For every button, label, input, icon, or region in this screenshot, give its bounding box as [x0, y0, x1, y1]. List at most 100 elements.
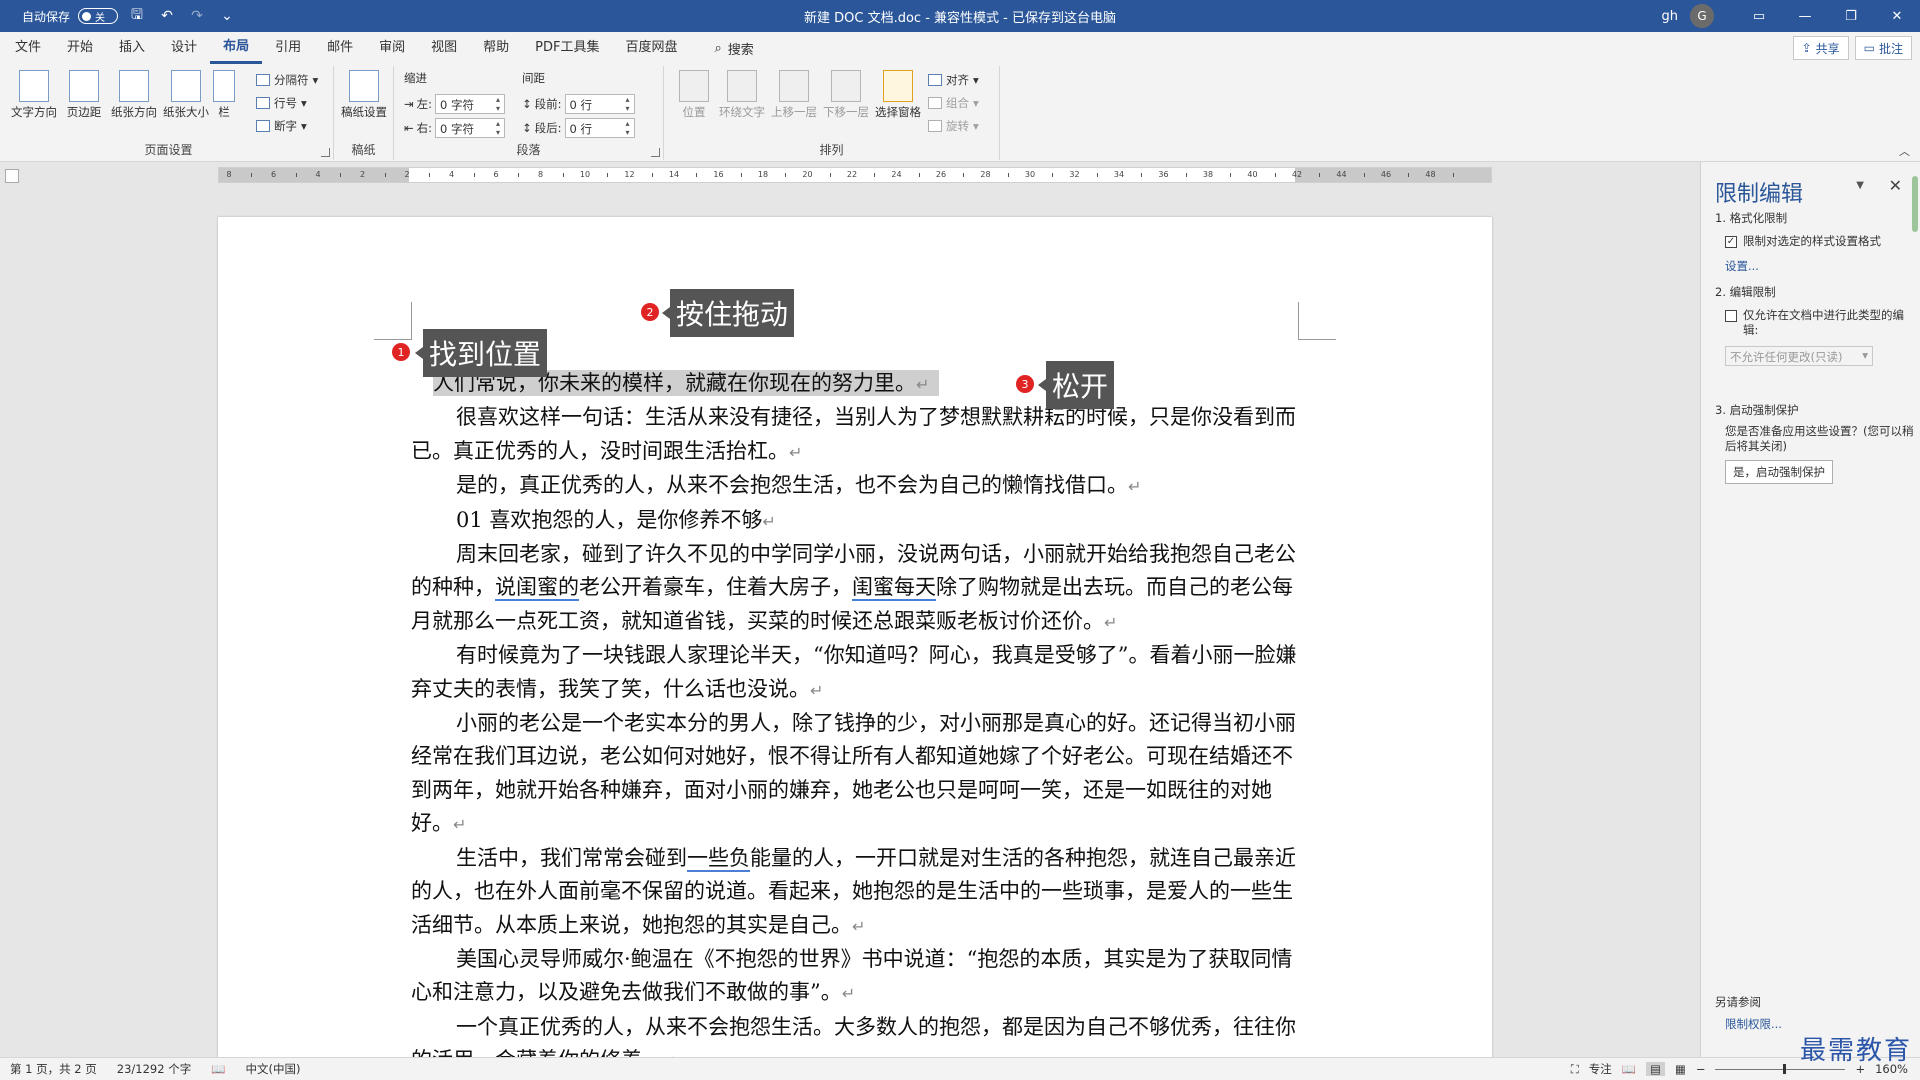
tab-layout[interactable]: 布局 — [210, 32, 263, 64]
tab-help[interactable]: 帮助 — [470, 32, 522, 64]
align-label: 对齐 — [946, 73, 969, 87]
ribbon-display-options-icon[interactable]: ▭ — [1736, 0, 1782, 32]
margins-button[interactable]: 页边距 — [58, 70, 110, 120]
grammar-underline-text[interactable]: 一些负 — [687, 845, 750, 872]
orientation-icon — [119, 70, 149, 102]
word-count[interactable]: 23/1292 个字 — [107, 1061, 201, 1077]
paragraph[interactable]: 周末回老家，碰到了许久不见的中学同学小丽，没说两句话，小丽就开始给我抱怨自己老公… — [411, 538, 1301, 639]
restrict-permission-link[interactable]: 限制权限... — [1725, 1016, 1782, 1032]
align-button[interactable]: 对齐 ▾ — [928, 72, 979, 88]
editing-restriction-checkbox[interactable] — [1725, 310, 1737, 322]
tab-review[interactable]: 审阅 — [366, 32, 418, 64]
close-button[interactable]: ✕ — [1874, 0, 1920, 32]
manuscript-settings-button[interactable]: 稿纸设置 — [338, 70, 390, 120]
tab-selector-icon[interactable] — [5, 169, 19, 183]
pane-scrollbar[interactable] — [1912, 176, 1918, 232]
restore-button[interactable]: ❐ — [1828, 0, 1874, 32]
wrap-text-icon — [727, 70, 757, 102]
avatar[interactable]: G — [1690, 4, 1714, 28]
save-icon[interactable]: 🖫 — [126, 5, 148, 27]
customize-qat-icon[interactable]: ⌄ — [216, 5, 238, 27]
breaks-button[interactable]: 分隔符 ▾ — [256, 72, 318, 88]
hyphenation-button[interactable]: 断字 ▾ — [256, 118, 307, 134]
selection-pane-label: 选择窗格 — [875, 105, 921, 119]
grammar-underline-text[interactable]: 闺蜜每天 — [852, 575, 936, 602]
focus-label[interactable]: 专注 — [1589, 1061, 1612, 1077]
ruler-tick-label: 2 — [359, 170, 366, 179]
proofing-icon[interactable]: 📖 — [201, 1062, 235, 1076]
send-backward-button[interactable]: 下移一层 — [820, 70, 872, 120]
section-heading[interactable]: 01 喜欢抱怨的人，是你修养不够↵ — [411, 504, 1301, 538]
paragraph[interactable]: 美国心灵导师威尔·鲍温在《不抱怨的世界》书中说道：“抱怨的本质，其实是为了获取同… — [411, 943, 1301, 1011]
grammar-underline-text[interactable]: 说闺蜜的 — [495, 575, 579, 602]
comments-button[interactable]: ▭ 批注 — [1854, 36, 1912, 60]
web-layout-icon[interactable]: ▦ — [1675, 1062, 1686, 1076]
zoom-slider[interactable] — [1715, 1063, 1846, 1074]
paragraph-mark: ↵ — [762, 511, 776, 531]
paragraph[interactable]: 是的，真正优秀的人，从来不会抱怨生活，也不会为自己的懒惰找借口。↵ — [411, 469, 1301, 503]
undo-icon[interactable]: ↶ — [156, 5, 178, 27]
formatting-restriction-checkbox[interactable]: ✓ — [1725, 236, 1737, 248]
tab-view[interactable]: 视图 — [418, 32, 470, 64]
share-button[interactable]: ⇪ 共享 — [1792, 36, 1849, 60]
bring-forward-button[interactable]: 上移一层 — [768, 70, 820, 120]
tab-pdf-tools[interactable]: PDF工具集 — [522, 32, 612, 64]
editing-restriction-checkbox-row[interactable]: 仅允许在文档中进行此类型的编辑: — [1725, 308, 1905, 338]
close-icon[interactable]: ✕ — [1889, 176, 1902, 195]
start-enforcement-button[interactable]: 是，启动强制保护 — [1725, 460, 1833, 484]
document-page[interactable]: 人们常说，你未来的模样，就藏在你现在的努力里。↵ 很喜欢这样一句话：生活从来没有… — [218, 217, 1492, 1057]
autosave-toggle[interactable]: 关 — [78, 8, 119, 24]
page-count[interactable]: 第 1 页，共 2 页 — [0, 1061, 107, 1077]
wrap-text-button[interactable]: 环绕文字 — [716, 70, 768, 120]
group-button[interactable]: 组合 ▾ — [928, 95, 979, 111]
search-box[interactable]: ⌕ 搜索 — [691, 39, 754, 58]
focus-icon[interactable]: ⛶ — [1571, 1062, 1579, 1077]
editing-type-select[interactable]: 不允许任何更改(只读) — [1725, 346, 1873, 366]
zoom-out-icon[interactable]: − — [1696, 1062, 1706, 1076]
ruler-tick-label: 32 — [1069, 170, 1080, 179]
redo-icon[interactable]: ↷ — [186, 5, 208, 27]
paragraph[interactable]: 很喜欢这样一句话：生活从来没有捷径，当别人为了梦想默默耕耘的时候，只是你没看到而… — [411, 401, 1301, 469]
tab-home[interactable]: 开始 — [54, 32, 106, 64]
orientation-button[interactable]: 纸张方向 — [108, 70, 160, 120]
dialog-launcher-icon[interactable] — [651, 148, 660, 157]
language-indicator[interactable]: 中文(中国) — [236, 1061, 311, 1077]
horizontal-ruler[interactable]: 8 6 4 2 2 4 6 8 10 12 14 16 18 20 22 24 26 28 30 32 34 36 38 40… — [218, 167, 1492, 183]
document-body[interactable]: 人们常说，你未来的模样，就藏在你现在的努力里。↵ 很喜欢这样一句话：生活从来没有… — [411, 367, 1301, 1057]
position-button[interactable]: 位置 — [668, 70, 720, 120]
settings-link[interactable]: 设置... — [1725, 258, 1759, 274]
user-name[interactable]: gh — [1662, 9, 1679, 24]
tab-design[interactable]: 设计 — [158, 32, 210, 64]
text-direction-button[interactable]: 文字方向 — [8, 70, 60, 120]
pane-options-icon[interactable]: ▼ — [1856, 180, 1864, 191]
indent-right-input[interactable]: 0 字符 — [435, 118, 506, 138]
line-numbers-label: 行号 — [274, 96, 297, 110]
paragraph[interactable]: 小丽的老公是一个老实本分的男人，除了钱挣的少，对小丽那是真心的好。还记得当初小丽… — [411, 707, 1301, 842]
paragraph[interactable]: 有时候竟为了一块钱跟人家理论半天，“你知道吗？阿心，我真是受够了”。看着小丽一脸… — [411, 639, 1301, 707]
collapse-ribbon-icon[interactable]: ︿ — [1899, 143, 1910, 159]
zoom-slider-thumb[interactable] — [1783, 1063, 1787, 1074]
indent-left-input[interactable]: 0 字符 — [435, 94, 506, 114]
size-button[interactable]: 纸张大小 — [160, 70, 212, 120]
line-numbers-button[interactable]: 行号 ▾ — [256, 95, 307, 111]
tab-insert[interactable]: 插入 — [106, 32, 158, 64]
tab-references[interactable]: 引用 — [262, 32, 314, 64]
tab-file[interactable]: 文件 — [2, 32, 54, 64]
minimize-button[interactable]: — — [1782, 0, 1828, 32]
selection-pane-button[interactable]: 选择窗格 — [872, 70, 924, 120]
spacing-before-input[interactable]: 0 行 — [564, 94, 635, 114]
read-mode-icon[interactable]: 📖 — [1622, 1062, 1636, 1076]
tab-mailings[interactable]: 邮件 — [314, 32, 366, 64]
paragraph[interactable]: 生活中，我们常常会碰到一些负能量的人，一开口就是对生活的各种抱怨，就连自己最亲近… — [411, 842, 1301, 943]
ruler-tick-label: 2 — [404, 170, 410, 179]
document-area[interactable]: 人们常说，你未来的模样，就藏在你现在的努力里。↵ 很喜欢这样一句话：生活从来没有… — [0, 190, 1700, 1057]
formatting-restriction-checkbox-row[interactable]: ✓ 限制对选定的样式设置格式 — [1725, 234, 1905, 249]
rotate-button[interactable]: 旋转 ▾ — [928, 118, 979, 134]
dialog-launcher-icon[interactable] — [321, 148, 330, 157]
tab-baidu-netdisk[interactable]: 百度网盘 — [612, 32, 690, 64]
paragraph[interactable]: 一个真正优秀的人，从来不会抱怨生活。大多数人的抱怨，都是因为自己不够优秀，往往你… — [411, 1011, 1301, 1057]
editing-restrictions-title: 2. 编辑限制 — [1715, 285, 1776, 299]
columns-button[interactable]: 栏 — [208, 70, 240, 120]
spacing-after-input[interactable]: 0 行 — [564, 118, 635, 138]
print-layout-icon[interactable]: ▤ — [1646, 1062, 1665, 1076]
